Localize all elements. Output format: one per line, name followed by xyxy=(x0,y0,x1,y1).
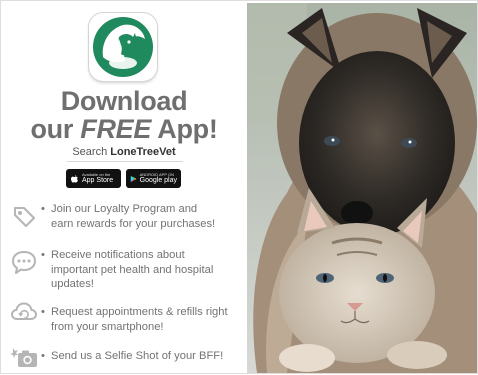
tag-icon xyxy=(14,207,35,227)
bullet: • xyxy=(41,350,45,362)
feature-loyalty-line1: Join our Loyalty Program and xyxy=(51,203,198,215)
promo-card: Download our FREE App! Search LoneTreeVe… xyxy=(0,0,478,374)
camera-icon xyxy=(10,348,37,367)
chat-bubble-icon xyxy=(12,251,36,274)
puppy-kitten-photo xyxy=(247,3,477,373)
google-play-icon xyxy=(130,175,137,182)
feature-selfie: • Send us a Selfie Shot of your BFF! xyxy=(41,349,241,364)
bullet: • xyxy=(41,203,45,215)
app-store-label: App Store xyxy=(82,177,114,184)
search-term: LoneTreeVet xyxy=(110,146,176,158)
feature-appointments: • Request appointments & refills right f… xyxy=(41,305,241,334)
feature-notifications-line1: Receive notifications about xyxy=(51,249,185,261)
headline-our: our xyxy=(30,114,74,144)
feature-notifications: • Receive notifications about important … xyxy=(41,248,241,292)
headline-free: FREE xyxy=(80,114,152,144)
google-play-button[interactable]: ANDROID APP ON Google play xyxy=(126,169,181,188)
feature-loyalty: • Join our Loyalty Program and earn rewa… xyxy=(41,202,241,231)
headline-download: Download xyxy=(60,86,188,116)
feature-notifications-line3: updates! xyxy=(51,278,94,290)
cloud-sync-icon xyxy=(11,302,37,320)
feature-selfie-line1: Send us a Selfie Shot of your BFF! xyxy=(51,350,224,362)
app-store-button[interactable]: Available on the App Store xyxy=(66,169,121,188)
headline-app: App! xyxy=(157,114,218,144)
bullet: • xyxy=(41,249,45,261)
search-label: Search xyxy=(72,146,108,158)
feature-appointments-line2: from your smartphone! xyxy=(51,320,164,333)
feature-notifications-line2: important pet health and hospital xyxy=(51,263,214,276)
bullet: • xyxy=(41,306,45,318)
app-logo-icon xyxy=(89,13,157,81)
feature-loyalty-line2: earn rewards for your purchases! xyxy=(51,217,216,230)
feature-appointments-line1: Request appointments & refills right xyxy=(51,306,228,318)
apple-icon xyxy=(71,174,78,183)
search-instruction: Search LoneTreeVet xyxy=(1,146,247,158)
google-play-label: Google play xyxy=(139,177,177,184)
divider xyxy=(67,161,183,162)
promo-panel: Download our FREE App! Search LoneTreeVe… xyxy=(1,1,247,375)
headline-free-app: our FREE App! xyxy=(1,115,247,143)
